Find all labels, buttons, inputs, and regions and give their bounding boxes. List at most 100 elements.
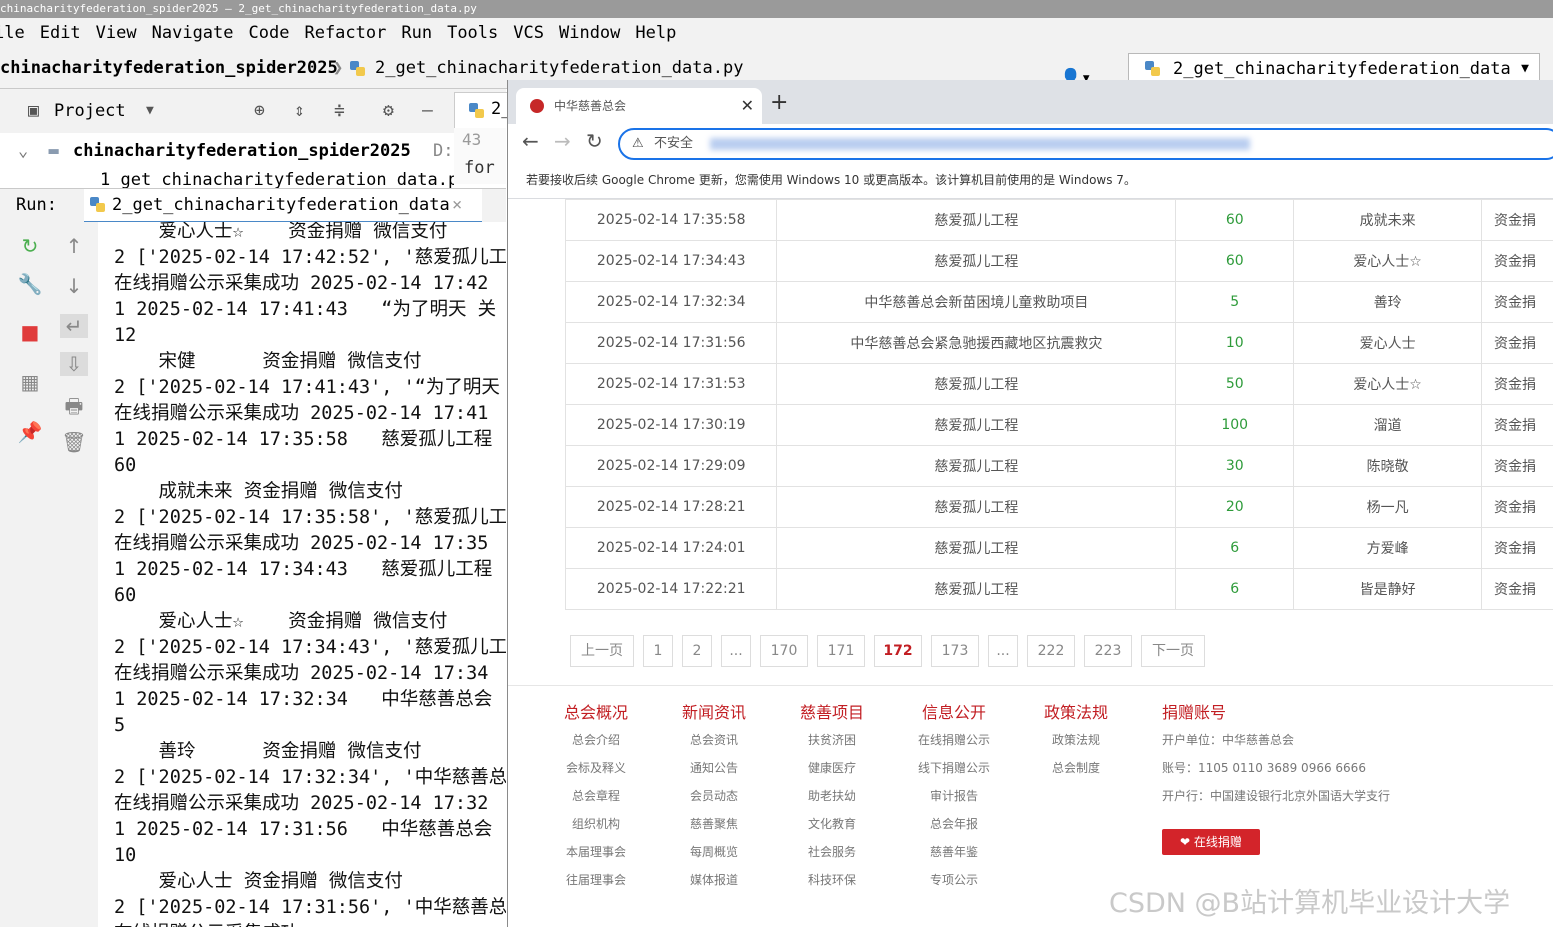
arrow-up-icon[interactable]: ↑ xyxy=(60,234,88,258)
footer-link[interactable]: 总会介绍 xyxy=(564,726,628,754)
page-button[interactable]: 2 xyxy=(682,635,712,667)
page-button[interactable]: 170 xyxy=(760,635,808,667)
footer-link[interactable]: 健康医疗 xyxy=(800,754,864,782)
tree-file-node[interactable]: 1_get_chinacharityfederation_data.py xyxy=(100,166,454,188)
cell-amount: 5 xyxy=(1175,281,1295,323)
footer-link[interactable]: 总会制度 xyxy=(1044,754,1108,782)
console-line: 60 xyxy=(114,585,137,606)
trash-icon[interactable]: 🗑 xyxy=(60,430,88,454)
rerun-icon[interactable]: ↻ xyxy=(16,234,44,258)
hide-panel-icon[interactable]: — xyxy=(422,89,433,133)
footer-column-title[interactable]: 慈善项目 xyxy=(800,700,864,726)
scroll-to-end-icon[interactable]: ⇩ xyxy=(60,352,88,376)
console-line: 宋健 资金捐赠 微信支付 xyxy=(114,351,422,372)
chevron-down-icon[interactable]: ⌄ xyxy=(18,141,28,161)
stop-icon[interactable]: ■ xyxy=(16,320,44,344)
footer-link[interactable]: 总会年报 xyxy=(918,810,990,838)
next-page-button[interactable]: 下一页 xyxy=(1141,635,1205,667)
page-button[interactable]: 223 xyxy=(1084,635,1132,667)
menu-item[interactable]: Edit xyxy=(40,23,81,43)
page-button[interactable]: 173 xyxy=(931,635,979,667)
menu-item[interactable]: Code xyxy=(249,23,290,43)
editor-tab[interactable]: 2_ xyxy=(454,92,511,129)
project-view-dropdown-icon[interactable]: ▼ xyxy=(146,89,154,133)
csdn-watermark: CSDN @B站计算机毕业设计大学 xyxy=(1109,888,1511,919)
menu-item[interactable]: Tools xyxy=(447,23,498,43)
page-button[interactable]: 171 xyxy=(817,635,865,667)
address-bar[interactable]: ⚠ 不安全 xyxy=(618,128,1553,160)
cell-amount: 50 xyxy=(1175,363,1295,405)
footer-link[interactable]: 慈善年鉴 xyxy=(918,838,990,866)
menu-item[interactable]: Navigate xyxy=(152,23,234,43)
new-tab-icon[interactable]: + xyxy=(770,88,788,118)
footer-link[interactable]: 在线捐赠公示 xyxy=(918,726,990,754)
table-row: 2025-02-14 17:29:09 慈爱孤儿工程 30 陈晓敬 资金捐 xyxy=(564,445,1553,487)
cell-time: 2025-02-14 17:31:53 xyxy=(564,363,778,405)
menu-item[interactable]: ile xyxy=(0,23,25,43)
footer-link[interactable]: 助老扶幼 xyxy=(800,782,864,810)
wrench-icon[interactable]: 🔧 xyxy=(16,272,44,296)
footer-column-title[interactable]: 政策法规 xyxy=(1044,700,1108,726)
close-icon[interactable]: × xyxy=(452,189,462,221)
arrow-down-icon[interactable]: ↓ xyxy=(60,274,88,298)
footer-link[interactable]: 社会服务 xyxy=(800,838,864,866)
back-icon[interactable]: ← xyxy=(522,129,539,153)
tree-root-label: chinacharityfederation_spider2025 xyxy=(73,141,411,161)
cell-amount: 6 xyxy=(1175,527,1295,569)
locate-file-icon[interactable]: ⊕ xyxy=(254,89,265,133)
run-tab[interactable]: 2_get_chinacharityfederation_data × xyxy=(84,189,482,224)
print-icon[interactable]: 🖶 xyxy=(60,392,88,426)
expand-all-icon[interactable]: ⇕ xyxy=(294,89,305,133)
layout-icon[interactable]: ▦ xyxy=(16,370,44,394)
cell-time: 2025-02-14 17:35:58 xyxy=(564,199,778,241)
footer-link[interactable]: 每周概览 xyxy=(682,838,746,866)
gear-icon[interactable]: ⚙ xyxy=(383,89,394,133)
footer-link[interactable]: 专项公示 xyxy=(918,866,990,894)
footer-link[interactable]: 文化教育 xyxy=(800,810,864,838)
menu-item[interactable]: Run xyxy=(401,23,432,43)
project-view-label[interactable]: Project xyxy=(54,89,126,133)
footer-link[interactable]: 媒体报道 xyxy=(682,866,746,894)
online-donate-button[interactable]: ❤ 在线捐赠 xyxy=(1162,829,1260,855)
footer-link[interactable]: 往届理事会 xyxy=(564,866,628,894)
footer-link[interactable]: 科技环保 xyxy=(800,866,864,894)
page-button[interactable]: 222 xyxy=(1027,635,1075,667)
browser-tab-title: 中华慈善总会 xyxy=(554,99,627,113)
footer-link[interactable]: 会标及释义 xyxy=(564,754,628,782)
page-button[interactable]: 1 xyxy=(643,635,673,667)
menu-item[interactable]: Help xyxy=(635,23,676,43)
current-page[interactable]: 172 xyxy=(874,635,922,667)
footer-link[interactable]: 审计报告 xyxy=(918,782,990,810)
footer-link[interactable]: 本届理事会 xyxy=(564,838,628,866)
soft-wrap-icon[interactable]: ↵ xyxy=(60,314,88,338)
pin-icon[interactable]: 📌 xyxy=(16,420,44,444)
footer-link[interactable]: 总会章程 xyxy=(564,782,628,810)
footer-link[interactable]: 总会资讯 xyxy=(682,726,746,754)
footer-link[interactable]: 会员动态 xyxy=(682,782,746,810)
console-line: 2 ['2025-02-14 17:41:43', '“为了明天 xyxy=(114,377,500,398)
menu-item[interactable]: Window xyxy=(559,23,620,43)
footer-link[interactable]: 慈善聚焦 xyxy=(682,810,746,838)
footer-column-title[interactable]: 总会概况 xyxy=(564,700,628,726)
footer-link[interactable]: 通知公告 xyxy=(682,754,746,782)
table-row: 2025-02-14 17:30:19 慈爱孤儿工程 100 溜道 资金捐 xyxy=(564,404,1553,446)
menu-item[interactable]: View xyxy=(96,23,137,43)
footer-column-title[interactable]: 信息公开 xyxy=(918,700,990,726)
footer-link[interactable]: 线下捐赠公示 xyxy=(918,754,990,782)
prev-page-button[interactable]: 上一页 xyxy=(570,635,634,667)
footer-link[interactable]: 政策法规 xyxy=(1044,726,1108,754)
cell-donor: 爱心人士☆ xyxy=(1293,240,1483,282)
breadcrumb-project[interactable]: chinacharityfederation_spider2025 xyxy=(0,48,338,88)
cell-amount: 60 xyxy=(1175,240,1295,282)
tree-root-node[interactable]: ⌄ ▬ chinacharityfederation_spider2025 D:… xyxy=(18,137,454,165)
collapse-all-icon[interactable]: ≑ xyxy=(334,89,345,133)
browser-tab[interactable]: 中华慈善总会 ✕ xyxy=(516,88,762,124)
forward-icon[interactable]: → xyxy=(554,129,571,153)
close-icon[interactable]: ✕ xyxy=(741,88,754,124)
footer-column-title[interactable]: 新闻资讯 xyxy=(682,700,746,726)
menu-item[interactable]: Refactor xyxy=(304,23,386,43)
menu-item[interactable]: VCS xyxy=(513,23,544,43)
footer-link[interactable]: 组织机构 xyxy=(564,810,628,838)
reload-icon[interactable]: ↻ xyxy=(586,129,603,153)
footer-link[interactable]: 扶贫济困 xyxy=(800,726,864,754)
